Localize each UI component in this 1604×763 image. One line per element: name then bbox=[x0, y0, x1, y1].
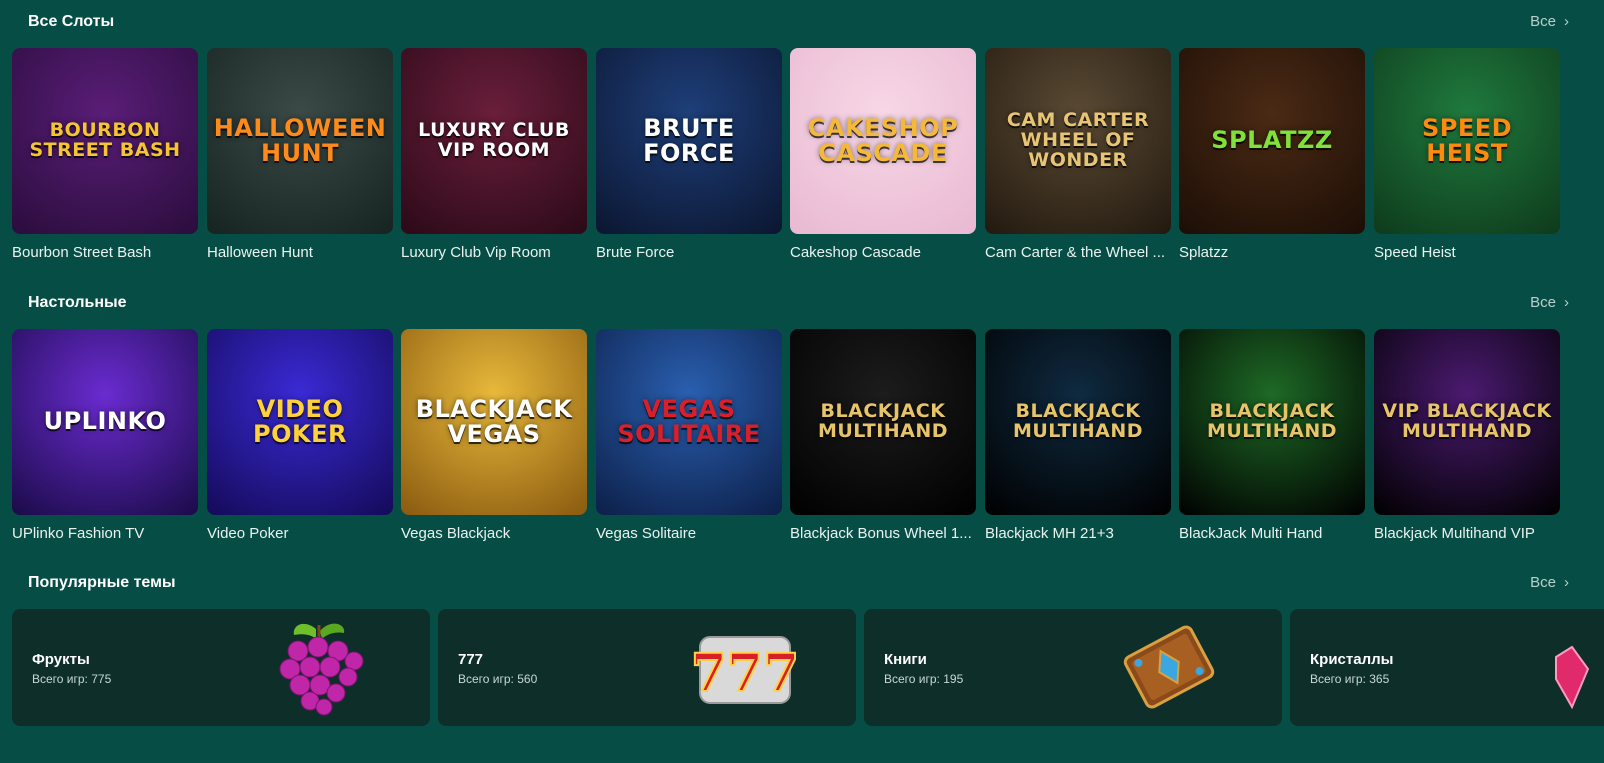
theme-name: Кристаллы bbox=[1310, 651, 1394, 668]
theme-name: Фрукты bbox=[32, 651, 90, 668]
game-title[interactable]: BlackJack Multi Hand bbox=[1179, 525, 1365, 542]
game-thumbnail[interactable]: Splatzz bbox=[1179, 48, 1365, 234]
game-title[interactable]: Vegas Blackjack bbox=[401, 525, 587, 542]
game-thumbnail[interactable]: Blackjack Multihand bbox=[1179, 329, 1365, 515]
game-card-blackjack-multi-hand[interactable]: Blackjack Multihand BlackJack Multi Hand bbox=[1179, 329, 1365, 542]
game-card-splatzz[interactable]: Splatzz Splatzz bbox=[1179, 48, 1365, 261]
game-thumbnail[interactable]: VIP Blackjack Multihand bbox=[1374, 329, 1560, 515]
game-thumbnail[interactable]: BlackJack Vegas bbox=[401, 329, 587, 515]
game-logo-art: BlackJack Vegas bbox=[415, 394, 573, 448]
crystal-icon bbox=[1555, 645, 1590, 710]
game-logo-art: Blackjack Multihand bbox=[817, 400, 949, 442]
themes-see-all-link[interactable]: Все › bbox=[1530, 570, 1569, 596]
game-logo-art: Blackjack Multihand bbox=[1206, 400, 1338, 442]
game-thumbnail[interactable]: Cakeshop Cascade bbox=[790, 48, 976, 234]
game-logo-art: Luxury Club VIP Room bbox=[418, 119, 570, 161]
game-thumbnail[interactable]: Vegas Solitaire bbox=[596, 329, 782, 515]
game-logo-art: Blackjack Multihand bbox=[1012, 400, 1144, 442]
theme-count: Всего игр: 365 bbox=[1310, 672, 1390, 686]
theme-name: 777 bbox=[458, 651, 484, 668]
game-title[interactable]: Cam Carter & the Wheel ... bbox=[985, 244, 1171, 261]
game-card-cam-carter-the-wheel[interactable]: Cam Carter Wheel of Wonder Cam Carter & t… bbox=[985, 48, 1171, 261]
slots-row: Bourbon Street Bash Bourbon Street Bash Ha… bbox=[12, 48, 1604, 278]
game-card-blackjack-bonus-wheel-1[interactable]: Blackjack Multihand Blackjack Bonus Wheel… bbox=[790, 329, 976, 542]
game-logo-art: Uplinko bbox=[43, 407, 167, 436]
theme-card-books[interactable]: Книги Всего игр: 195 bbox=[864, 609, 1282, 726]
slots-section-title: Все Слоты bbox=[28, 13, 115, 30]
game-card-video-poker[interactable]: Video Poker Video Poker bbox=[207, 329, 393, 542]
game-title[interactable]: Blackjack Multihand VIP bbox=[1374, 525, 1560, 542]
themes-row: Фрукты Всего игр: 775 777 Всего игр: 560… bbox=[12, 609, 1604, 727]
slots-see-all-link[interactable]: Все › bbox=[1530, 9, 1569, 35]
game-card-bourbon-street-bash[interactable]: Bourbon Street Bash Bourbon Street Bash bbox=[12, 48, 198, 261]
game-thumbnail[interactable]: Blackjack Multihand bbox=[985, 329, 1171, 515]
game-thumbnail[interactable]: Cam Carter Wheel of Wonder bbox=[985, 48, 1171, 234]
theme-name: Книги bbox=[884, 651, 927, 668]
game-card-halloween-hunt[interactable]: Halloween Hunt Halloween Hunt bbox=[207, 48, 393, 261]
game-title[interactable]: Bourbon Street Bash bbox=[12, 244, 198, 261]
game-logo-art: VIP Blackjack Multihand bbox=[1382, 400, 1552, 442]
game-logo-art: Cam Carter Wheel of Wonder bbox=[1006, 109, 1150, 171]
themes-section-title: Популярные темы bbox=[28, 574, 176, 591]
game-card-vegas-solitaire[interactable]: Vegas Solitaire Vegas Solitaire bbox=[596, 329, 782, 542]
theme-count: Всего игр: 560 bbox=[458, 672, 538, 686]
game-logo-art: Speed Heist bbox=[1421, 113, 1513, 167]
game-title[interactable]: Luxury Club Vip Room bbox=[401, 244, 587, 261]
table-games-section-title: Настольные bbox=[28, 294, 127, 311]
seven-icon: 777 bbox=[690, 636, 798, 705]
svg-text:777: 777 bbox=[691, 643, 798, 704]
game-title[interactable]: Halloween Hunt bbox=[207, 244, 393, 261]
game-thumbnail[interactable]: Bourbon Street Bash bbox=[12, 48, 198, 234]
game-logo-art: Brute Force bbox=[643, 113, 735, 167]
game-card-vegas-blackjack[interactable]: BlackJack Vegas Vegas Blackjack bbox=[401, 329, 587, 542]
game-thumbnail[interactable]: Video Poker bbox=[207, 329, 393, 515]
see-all-label: Все bbox=[1530, 294, 1556, 311]
game-thumbnail[interactable]: Blackjack Multihand bbox=[790, 329, 976, 515]
table-games-row: Uplinko UPlinko Fashion TV Video Poker Vide… bbox=[12, 329, 1604, 559]
game-title[interactable]: Brute Force bbox=[596, 244, 782, 261]
game-thumbnail[interactable]: Halloween Hunt bbox=[207, 48, 393, 234]
game-thumbnail[interactable]: Speed Heist bbox=[1374, 48, 1560, 234]
game-card-blackjack-multihand-vip[interactable]: VIP Blackjack Multihand Blackjack Multiha… bbox=[1374, 329, 1560, 542]
game-thumbnail[interactable]: Uplinko bbox=[12, 329, 198, 515]
game-logo-art: Halloween Hunt bbox=[213, 113, 387, 167]
table-games-see-all-link[interactable]: Все › bbox=[1530, 290, 1569, 316]
game-title[interactable]: Splatzz bbox=[1179, 244, 1365, 261]
game-title[interactable]: Video Poker bbox=[207, 525, 393, 542]
chevron-right-icon: › bbox=[1564, 294, 1569, 311]
game-card-cakeshop-cascade[interactable]: Cakeshop Cascade Cakeshop Cascade bbox=[790, 48, 976, 261]
theme-count: Всего игр: 195 bbox=[884, 672, 964, 686]
chevron-right-icon: › bbox=[1564, 574, 1569, 591]
game-logo-art: Bourbon Street Bash bbox=[29, 119, 181, 161]
game-logo-art: Splatzz bbox=[1211, 126, 1333, 155]
game-thumbnail[interactable]: Brute Force bbox=[596, 48, 782, 234]
game-card-luxury-club-vip-room[interactable]: Luxury Club VIP Room Luxury Club Vip Room bbox=[401, 48, 587, 261]
game-card-speed-heist[interactable]: Speed Heist Speed Heist bbox=[1374, 48, 1560, 261]
theme-card-777[interactable]: 777 Всего игр: 560 777 bbox=[438, 609, 856, 726]
game-title[interactable]: Blackjack MH 21+3 bbox=[985, 525, 1171, 542]
theme-card-crystals[interactable]: Кристаллы Всего игр: 365 bbox=[1290, 609, 1604, 726]
game-logo-art: Cakeshop Cascade bbox=[807, 113, 959, 167]
game-title[interactable]: UPlinko Fashion TV bbox=[12, 525, 198, 542]
game-logo-art: Vegas Solitaire bbox=[617, 394, 761, 448]
game-card-uplinko-fashion-tv[interactable]: Uplinko UPlinko Fashion TV bbox=[12, 329, 198, 542]
theme-card-fruits[interactable]: Фрукты Всего игр: 775 bbox=[12, 609, 430, 726]
game-title[interactable]: Cakeshop Cascade bbox=[790, 244, 976, 261]
game-logo-art: Video Poker bbox=[253, 394, 347, 448]
game-thumbnail[interactable]: Luxury Club VIP Room bbox=[401, 48, 587, 234]
theme-count: Всего игр: 775 bbox=[32, 672, 112, 686]
grapes-icon bbox=[279, 623, 364, 716]
game-title[interactable]: Vegas Solitaire bbox=[596, 525, 782, 542]
game-title[interactable]: Blackjack Bonus Wheel 1... bbox=[790, 525, 976, 542]
chevron-right-icon: › bbox=[1564, 13, 1569, 30]
game-card-brute-force[interactable]: Brute Force Brute Force bbox=[596, 48, 782, 261]
game-card-blackjack-mh-21-3[interactable]: Blackjack Multihand Blackjack MH 21+3 bbox=[985, 329, 1171, 542]
book-icon bbox=[1123, 625, 1215, 709]
see-all-label: Все bbox=[1530, 13, 1556, 30]
see-all-label: Все bbox=[1530, 574, 1556, 591]
game-title[interactable]: Speed Heist bbox=[1374, 244, 1560, 261]
